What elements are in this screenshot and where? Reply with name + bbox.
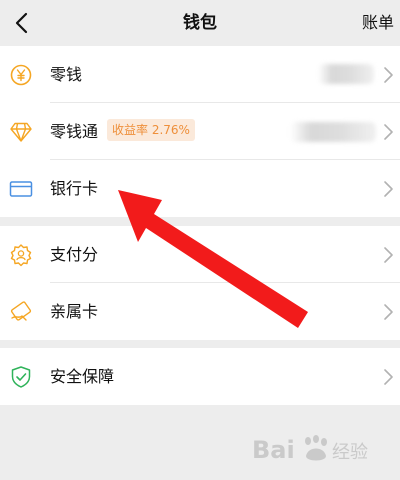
wallet-item-label: 支付分 xyxy=(50,245,99,264)
nav-bar: 钱包 账单 xyxy=(0,0,400,46)
chevron-right-icon xyxy=(384,369,393,385)
chevron-right-icon xyxy=(384,247,393,263)
svg-text:Bai: Bai xyxy=(252,436,295,464)
svg-text:经验: 经验 xyxy=(332,442,368,463)
page-title: 钱包 xyxy=(183,13,217,33)
wallet-item-label: 亲属卡 xyxy=(50,302,99,321)
chevron-right-icon xyxy=(384,181,393,197)
diamond-icon xyxy=(8,119,34,145)
chevron-right-icon xyxy=(384,304,393,320)
wallet-item-label: 银行卡 xyxy=(50,179,99,198)
credit-group: 支付分 亲属卡 xyxy=(0,226,400,340)
family-card-icon xyxy=(8,299,34,325)
bank-card-icon xyxy=(8,176,34,202)
blurred-balance xyxy=(290,122,376,142)
chevron-right-icon xyxy=(384,124,393,140)
security-group: 安全保障 xyxy=(0,348,400,405)
wallet-item-change[interactable]: 零钱 xyxy=(0,46,400,103)
shield-check-icon xyxy=(8,364,34,390)
chevron-right-icon xyxy=(384,67,393,83)
wallet-item-bank-card[interactable]: 银行卡 xyxy=(0,160,400,217)
watermark-logo: Bai 经验 xyxy=(252,428,382,470)
wallet-item-label: 零钱 xyxy=(50,65,83,84)
wallet-item-label: 安全保障 xyxy=(50,367,115,386)
wallet-item-label: 零钱通 xyxy=(50,122,99,141)
wallet-item-security[interactable]: 安全保障 xyxy=(0,348,400,405)
bill-button[interactable]: 账单 xyxy=(362,0,394,46)
yield-rate-badge: 收益率 2.76% xyxy=(107,119,195,141)
wallet-item-family-card[interactable]: 亲属卡 xyxy=(0,283,400,340)
pay-score-icon xyxy=(8,242,34,268)
wallet-item-change-plus[interactable]: 零钱通 xyxy=(0,103,400,160)
blurred-balance xyxy=(318,64,374,84)
wallet-item-pay-score[interactable]: 支付分 xyxy=(0,226,400,283)
balance-group: 零钱 零钱通 银行卡 xyxy=(0,46,400,217)
yuan-coin-icon xyxy=(8,62,34,88)
